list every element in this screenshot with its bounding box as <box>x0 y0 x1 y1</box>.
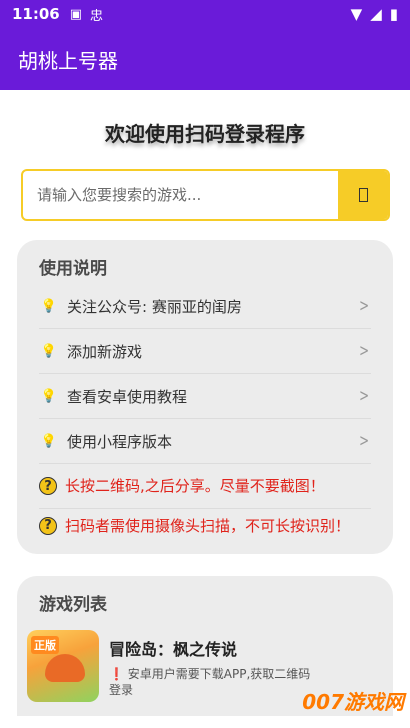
usage-title: 使用说明 <box>39 259 107 279</box>
warning-share: ? 长按二维码,之后分享。尽量不要截图！ <box>39 464 371 509</box>
chevron-right-icon: > <box>358 386 369 406</box>
search-input[interactable] <box>23 171 338 219</box>
usage-item-follow[interactable]: 💡 关注公众号: 赛丽亚的闺房 > <box>39 284 371 329</box>
watermark: 007游戏网 www.yx007.com <box>302 686 404 726</box>
chevron-right-icon: > <box>358 296 369 316</box>
watermark-text: 007游戏网 <box>302 690 404 714</box>
chevron-right-icon: > <box>358 341 369 361</box>
status-bar: 11:06 ▣ 忠 ▼ ◢ ▮ <box>0 0 410 28</box>
lightbulb-icon: 💡 <box>40 388 58 404</box>
usage-item-label: 查看安卓使用教程 <box>67 387 188 406</box>
usage-item-label: 添加新游戏 <box>67 342 143 361</box>
signal-icon: ◢ <box>370 5 382 23</box>
lightbulb-icon: 💡 <box>40 433 58 449</box>
battery-icon: ▮ <box>389 5 398 23</box>
warning-text: 扫码者需使用摄像头扫描，不可长按识别！ <box>65 516 351 535</box>
game-name: 冒险岛：枫之传说 <box>109 640 238 659</box>
warning-text: 长按二维码,之后分享。尽量不要截图！ <box>65 477 325 495</box>
status-time: 11:06 <box>12 5 60 23</box>
game-desc: ❗ 安卓用户需要下载APP,获取二维码登录 <box>109 667 311 697</box>
search-button[interactable] <box>338 171 388 219</box>
usage-item-label: 关注公众号: 赛丽亚的闺房 <box>67 297 242 316</box>
mushroom-icon <box>45 654 85 682</box>
welcome-heading: 欢迎使用扫码登录程序 <box>105 122 305 146</box>
lightbulb-icon: 💡 <box>40 298 58 314</box>
game-list-title: 游戏列表 <box>39 595 107 615</box>
chevron-right-icon: > <box>358 431 369 451</box>
app-bar: 胡桃上号器 <box>0 28 410 90</box>
question-icon: ? <box>39 516 57 535</box>
question-icon: ? <box>39 477 57 495</box>
game-badge: 正版 <box>31 636 59 654</box>
app-title: 胡桃上号器 <box>18 48 118 73</box>
notification-icon: ▣ <box>69 6 83 22</box>
lightbulb-icon: 💡 <box>40 343 58 359</box>
search-bar <box>21 169 390 221</box>
usage-item-add-game[interactable]: 💡 添加新游戏 > <box>39 329 371 374</box>
wifi-icon: ▼ <box>350 5 363 23</box>
app-notification-icon: 忠 <box>90 8 104 24</box>
usage-item-mini-program[interactable]: 💡 使用小程序版本 > <box>39 419 371 464</box>
search-icon <box>358 188 368 202</box>
usage-item-android-tutorial[interactable]: 💡 查看安卓使用教程 > <box>39 374 371 419</box>
warning-camera: ? 扫码者需使用摄像头扫描，不可长按识别！ <box>39 509 371 554</box>
game-thumbnail: 正版 <box>27 630 99 702</box>
usage-card: 使用说明 💡 关注公众号: 赛丽亚的闺房 > 💡 添加新游戏 > 💡 查看安卓使… <box>17 240 393 554</box>
watermark-sub: www.yx007.com <box>312 715 404 726</box>
usage-item-label: 使用小程序版本 <box>67 432 173 451</box>
